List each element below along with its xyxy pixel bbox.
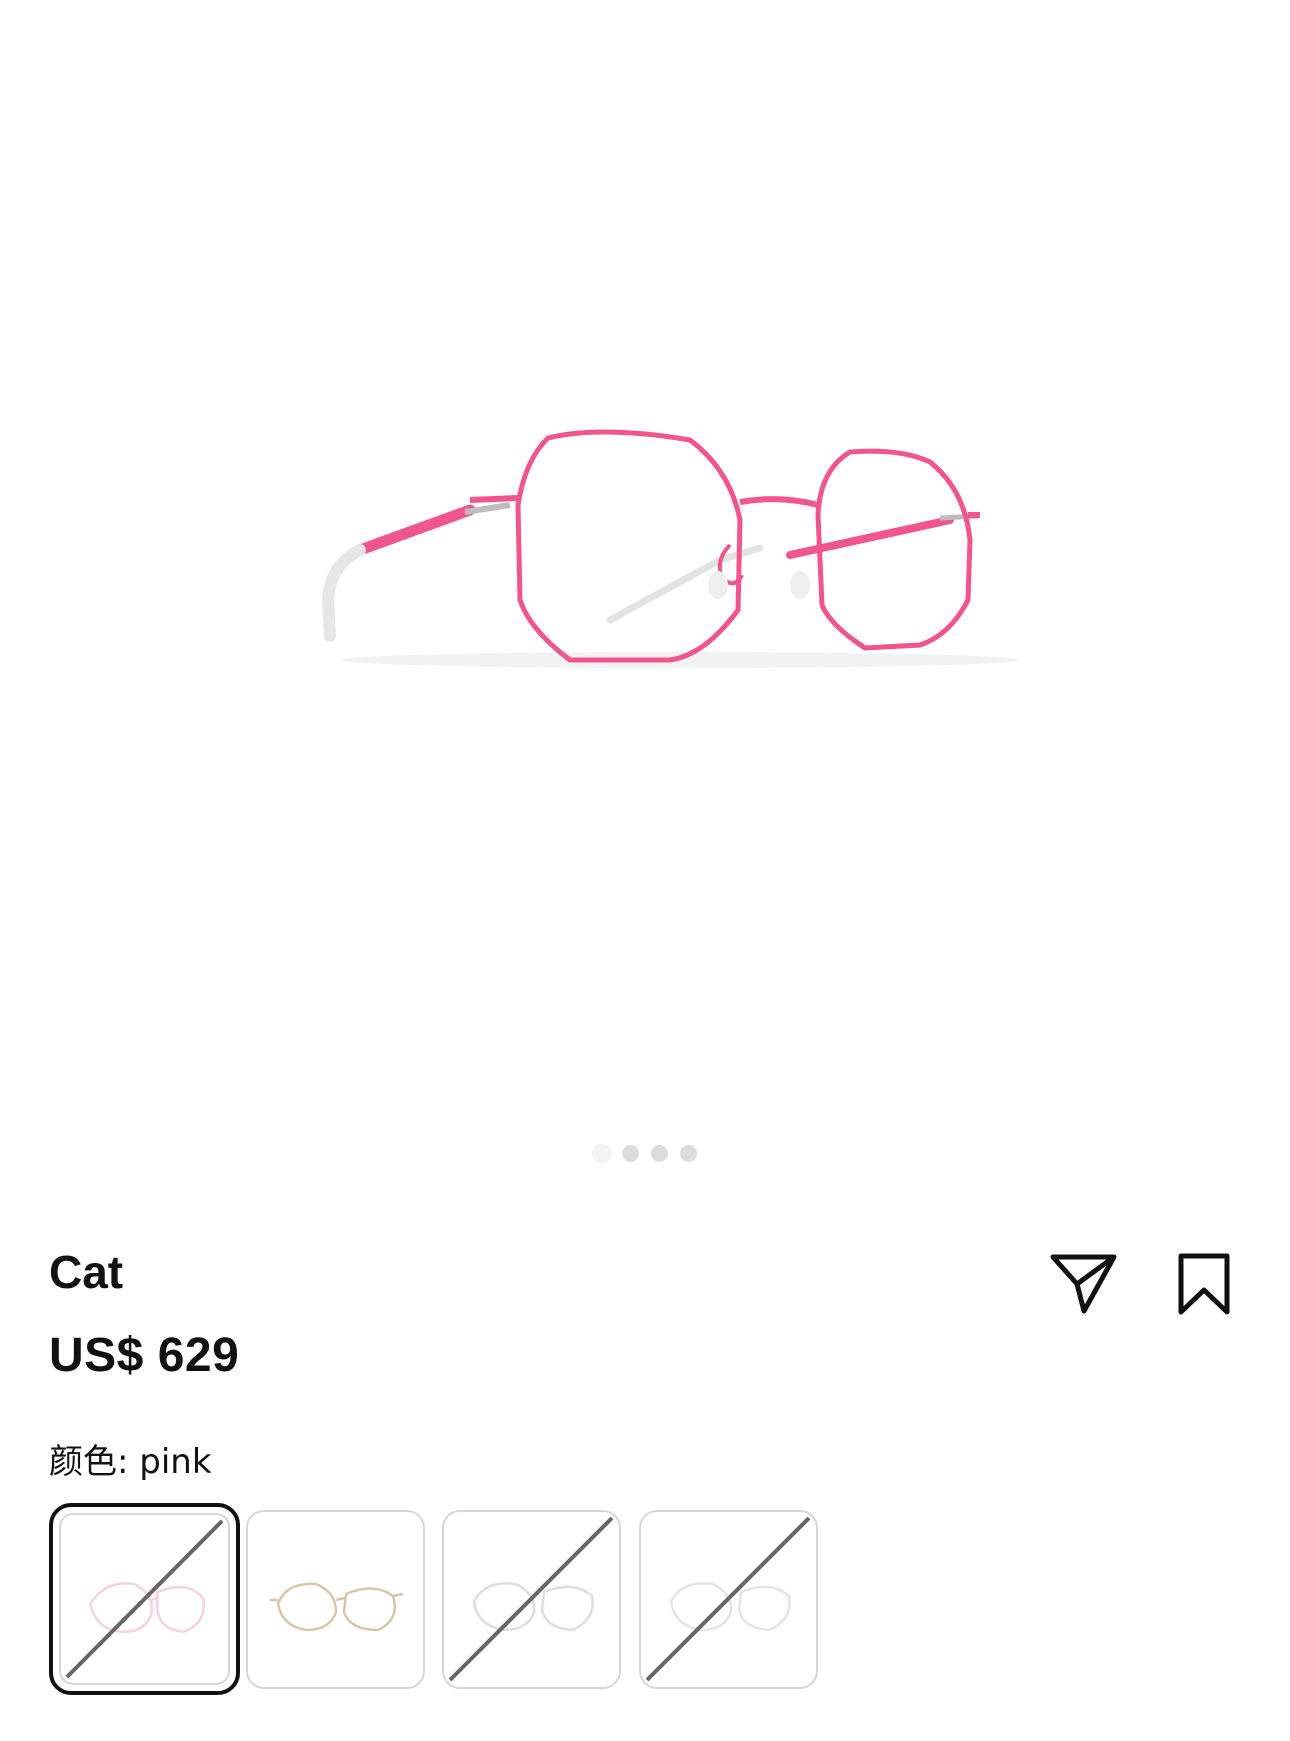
bookmark-icon — [1178, 1253, 1230, 1315]
swatch-white[interactable] — [639, 1510, 818, 1689]
pagination-dot[interactable] — [680, 1145, 697, 1162]
gallery-pagination[interactable] — [0, 1145, 1290, 1162]
product-title: Cat — [49, 1246, 124, 1298]
swatch-silver[interactable] — [442, 1510, 621, 1689]
color-label: 颜色: pink — [49, 1442, 212, 1482]
swatch-gold[interactable] — [246, 1510, 425, 1689]
product-image-gallery[interactable] — [0, 0, 1290, 1110]
swatch-pink[interactable] — [49, 1503, 240, 1695]
swatch-white-image — [645, 1516, 811, 1682]
swatch-pink-image — [65, 1519, 224, 1679]
bookmark-button[interactable] — [1164, 1244, 1244, 1324]
send-icon — [1050, 1254, 1117, 1314]
pagination-dot[interactable] — [622, 1145, 639, 1162]
product-price: US$ 629 — [49, 1329, 240, 1382]
pagination-dot[interactable] — [593, 1145, 610, 1162]
swatch-gold-image — [270, 1582, 404, 1632]
swatch-silver-image — [448, 1516, 614, 1682]
share-button[interactable] — [1044, 1244, 1124, 1324]
pagination-dot[interactable] — [651, 1145, 668, 1162]
product-image — [321, 429, 1020, 668]
